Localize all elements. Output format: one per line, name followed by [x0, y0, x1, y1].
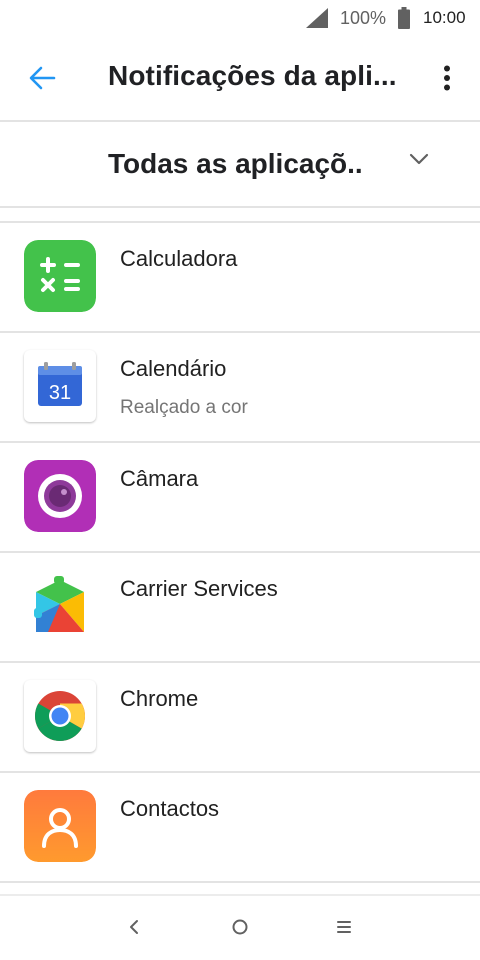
app-name: Calendário — [120, 356, 227, 381]
back-button[interactable] — [22, 60, 62, 100]
list-item-calculadora[interactable]: Calculadora — [0, 223, 480, 333]
app-name: Chrome — [120, 686, 199, 711]
nav-back-button[interactable] — [118, 914, 150, 944]
nav-home-icon — [231, 918, 249, 941]
app-name: Carrier Services — [120, 576, 278, 601]
nav-home-button[interactable] — [224, 914, 256, 944]
app-filter-dropdown[interactable]: Todas as aplicaçõ.. — [0, 122, 480, 208]
app-name: Câmara — [120, 466, 199, 491]
calendar-day-number: 31 — [49, 382, 71, 404]
filter-selected-value: Todas as aplicaçõ.. — [108, 148, 363, 179]
cellular-signal-icon — [306, 8, 328, 33]
system-nav-bar — [0, 894, 480, 960]
app-list: Calculadora 31 Calendário Realçado a cor — [0, 223, 480, 883]
list-item-chrome[interactable]: Chrome — [0, 663, 480, 773]
arrow-back-icon — [28, 64, 56, 97]
app-name: Contactos — [120, 796, 220, 821]
more-options-button[interactable] — [432, 60, 462, 100]
chrome-icon — [24, 680, 96, 752]
status-time: 10:00 — [423, 8, 466, 27]
carrier-services-icon — [24, 570, 96, 642]
nav-back-icon — [127, 918, 141, 941]
app-bar: Notificações da apli... — [0, 36, 480, 122]
app-subtitle: Realçado a cor — [120, 397, 248, 418]
list-item-calendario[interactable]: 31 Calendário Realçado a cor — [0, 333, 480, 443]
battery-full-icon — [398, 7, 410, 34]
calculator-icon — [24, 240, 96, 312]
status-bar: 100% 10:00 — [0, 0, 480, 36]
list-item-camara[interactable]: Câmara — [0, 443, 480, 553]
nav-recents-button[interactable] — [328, 914, 360, 944]
contacts-icon — [24, 790, 96, 862]
list-item-contactos[interactable]: Contactos — [0, 773, 480, 883]
battery-percent: 100% — [340, 8, 387, 28]
page-title: Notificações da apli... — [108, 60, 397, 91]
more-vert-icon — [443, 65, 451, 96]
chevron-down-icon — [408, 152, 430, 171]
list-item-carrier-services[interactable]: Carrier Services — [0, 553, 480, 663]
calendar-icon: 31 — [24, 350, 96, 422]
camera-icon — [24, 460, 96, 532]
nav-menu-icon — [335, 919, 353, 940]
app-name: Calculadora — [120, 246, 238, 271]
